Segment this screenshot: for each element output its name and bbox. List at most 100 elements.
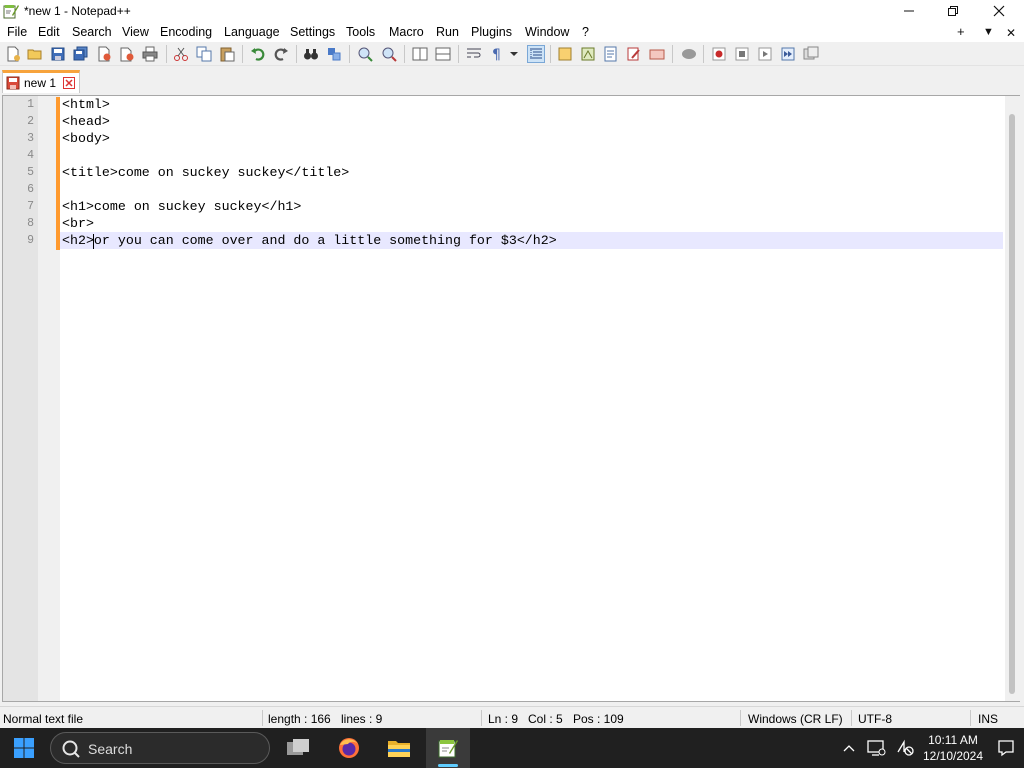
close-window-button[interactable] <box>976 0 1022 22</box>
dropdown-arrow-icon <box>510 52 518 56</box>
define-language-button[interactable] <box>556 45 574 63</box>
menu-edit[interactable]: Edit <box>38 25 60 39</box>
code-line[interactable]: <html> <box>62 97 110 112</box>
run-macro-multiple-button[interactable] <box>779 45 797 63</box>
play-macro-button[interactable] <box>756 45 774 63</box>
tab-close-icon[interactable] <box>63 77 75 89</box>
save-button[interactable] <box>49 45 67 63</box>
indent-guide-button[interactable] <box>527 45 545 63</box>
sync-horizontal-button[interactable] <box>434 45 452 63</box>
menu-plugins[interactable]: Plugins <box>471 25 512 39</box>
redo-button[interactable] <box>272 45 290 63</box>
minimize-button[interactable] <box>886 0 932 22</box>
menu-run[interactable]: Run <box>436 25 459 39</box>
menu-search[interactable]: Search <box>72 25 112 39</box>
restore-button[interactable] <box>930 0 976 22</box>
text-editor[interactable]: 1 2 3 4 5 6 7 8 9 <html> <head> <body> <… <box>2 95 1020 702</box>
menu-help[interactable]: ? <box>582 25 589 39</box>
undo-button[interactable] <box>249 45 267 63</box>
save-macro-button[interactable] <box>802 45 820 63</box>
code-line[interactable]: <head> <box>62 114 110 129</box>
code-line[interactable]: <h2>or you can come over and do a little… <box>62 233 557 248</box>
file-explorer-icon <box>388 741 410 757</box>
status-encoding[interactable]: UTF-8 <box>858 712 892 726</box>
notification-center-button[interactable] <box>994 728 1018 768</box>
menu-encoding[interactable]: Encoding <box>160 25 212 39</box>
taskbar-firefox[interactable] <box>327 728 371 768</box>
menu-view[interactable]: View <box>122 25 149 39</box>
taskbar-notepadpp[interactable] <box>426 728 470 768</box>
copy-button[interactable] <box>195 45 213 63</box>
show-chars-dropdown[interactable] <box>508 45 520 63</box>
close-document-icon[interactable]: ✕ <box>1006 26 1016 40</box>
new-file-button[interactable] <box>4 45 22 63</box>
start-button[interactable] <box>0 728 48 768</box>
tab-list-dropdown-icon[interactable]: ▼ <box>983 26 994 38</box>
tab-new-1[interactable]: new 1 <box>2 70 80 93</box>
show-all-chars-button[interactable]: ¶ <box>488 45 506 63</box>
close-file-button[interactable] <box>95 45 113 63</box>
tray-display-icon-button[interactable] <box>864 728 888 768</box>
status-eol[interactable]: Windows (CR LF) <box>748 712 843 726</box>
new-tab-plus-icon[interactable]: + <box>957 24 965 39</box>
status-lines: lines : 9 <box>341 712 383 726</box>
vertical-scrollbar[interactable] <box>1005 96 1020 701</box>
doc-map-button[interactable] <box>579 45 597 63</box>
paste-button[interactable] <box>218 45 236 63</box>
menu-window[interactable]: Window <box>525 25 569 39</box>
code-line[interactable]: <h1>come on suckey suckey</h1> <box>62 199 301 214</box>
undo-icon <box>251 48 265 61</box>
code-line[interactable]: <br> <box>62 216 94 231</box>
clock-date: 12/10/2024 <box>922 749 984 763</box>
tray-network-button[interactable] <box>893 728 917 768</box>
notification-icon <box>998 740 1014 757</box>
replace-button[interactable] <box>325 45 343 63</box>
toolbar-separator <box>242 45 243 63</box>
taskbar-file-explorer[interactable] <box>377 728 421 768</box>
zoom-out-button[interactable] <box>380 45 398 63</box>
toolbar-separator <box>404 45 405 63</box>
close-icon <box>993 5 1005 17</box>
cut-button[interactable] <box>172 45 190 63</box>
fast-forward-icon <box>781 47 795 61</box>
macro-start-record-disabled[interactable] <box>680 45 698 63</box>
toolbar-separator <box>672 45 673 63</box>
search-placeholder: Search <box>88 741 133 757</box>
show-hidden-icons-button[interactable] <box>840 728 858 768</box>
find-button[interactable] <box>302 45 320 63</box>
print-button[interactable] <box>141 45 159 63</box>
document-map-icon <box>581 47 595 61</box>
menu-language[interactable]: Language <box>224 25 280 39</box>
windows-start-icon <box>14 738 34 758</box>
menu-file[interactable]: File <box>7 25 27 39</box>
status-divider <box>740 710 741 726</box>
save-all-button[interactable] <box>72 45 90 63</box>
taskbar-clock[interactable]: 10:11 AM 12/10/2024 <box>918 732 988 764</box>
code-line[interactable]: <title>come on suckey suckey</title> <box>62 165 349 180</box>
monitoring-button[interactable] <box>648 45 666 63</box>
code-line[interactable]: <body> <box>62 131 110 146</box>
menu-macro[interactable]: Macro <box>389 25 424 39</box>
line-number: 1 <box>27 98 34 111</box>
zoom-in-button[interactable] <box>356 45 374 63</box>
scrollbar-thumb[interactable] <box>1009 114 1015 694</box>
close-all-icon <box>120 47 134 62</box>
monitor-icon <box>867 740 886 756</box>
toolbar-separator <box>166 45 167 63</box>
status-insert-mode[interactable]: INS <box>978 712 998 726</box>
word-wrap-button[interactable] <box>465 45 483 63</box>
save-macro-icon <box>803 46 819 60</box>
open-file-button[interactable] <box>26 45 44 63</box>
sync-vertical-button[interactable] <box>411 45 429 63</box>
taskbar-search-box[interactable]: Search <box>50 732 270 764</box>
task-view-button[interactable] <box>276 728 320 768</box>
folder-workspace-icon <box>627 47 640 61</box>
menu-tools[interactable]: Tools <box>346 25 375 39</box>
close-all-button[interactable] <box>118 45 136 63</box>
folder-as-workspace-button[interactable] <box>625 45 643 63</box>
title-bar: *new 1 - Notepad++ <box>0 0 1024 22</box>
menu-settings[interactable]: Settings <box>290 25 335 39</box>
stop-macro-button[interactable] <box>733 45 751 63</box>
function-list-button[interactable] <box>602 45 620 63</box>
record-macro-button[interactable] <box>710 45 728 63</box>
